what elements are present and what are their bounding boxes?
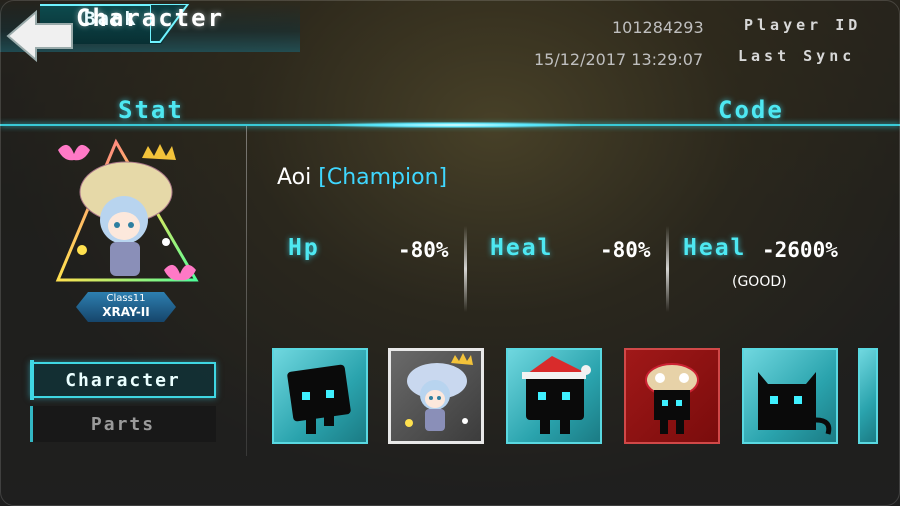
screen-frame — [0, 0, 900, 506]
game-screen: Back 101284293 Player ID 15/12/2017 13:2… — [0, 0, 900, 506]
